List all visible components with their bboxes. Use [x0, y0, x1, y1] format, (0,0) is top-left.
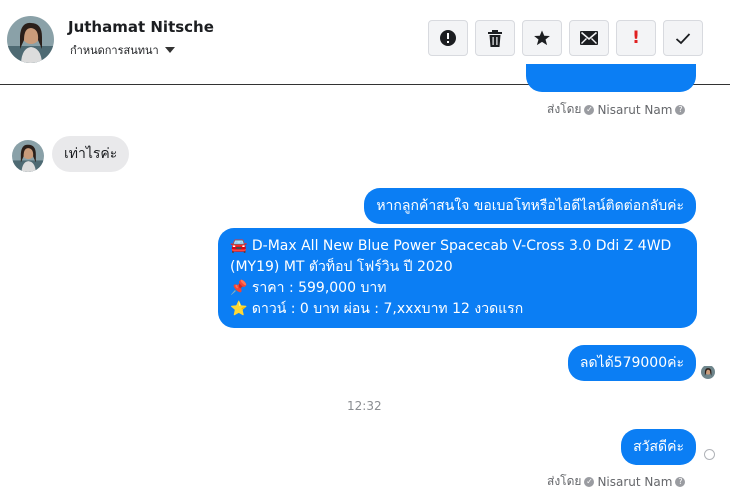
report-button[interactable] — [428, 20, 468, 56]
sender-name[interactable]: Nisarut Nam — [597, 103, 672, 117]
mail-icon — [580, 31, 598, 45]
trash-icon — [488, 29, 502, 47]
mark-done-button[interactable] — [663, 20, 703, 56]
customer-message-bubble[interactable]: เท่าไรค่ะ — [52, 136, 130, 172]
check-icon — [675, 32, 691, 44]
verified-check-icon: ✓ — [584, 476, 595, 487]
message-text: เท่าไรค่ะ — [64, 146, 118, 162]
offer-line-model: (MY19) MT ตัวท็อป โฟร์วิน ปี 2020 — [230, 259, 453, 275]
message-text: สวัสดีค่ะ — [633, 439, 684, 455]
reply-message-bubble[interactable]: หากลูกค้าสนใจ ขอเบอโทหรือไอดีไลน์ติดต่อก… — [364, 188, 696, 224]
caret-down-icon — [164, 47, 175, 53]
assign-label: กำหนดการสนทนา — [70, 44, 159, 57]
message-timestamp: 12:32 — [347, 399, 382, 413]
sent-by-info: ส่งโดย ✓ Nisarut Nam ? — [547, 100, 686, 119]
greeting-message-bubble[interactable]: สวัสดีค่ะ — [621, 429, 696, 465]
mark-unread-button[interactable] — [569, 20, 609, 56]
delivered-check-icon — [704, 449, 715, 460]
discount-message-bubble[interactable]: ลดได้579000ค่ะ — [567, 345, 696, 381]
sent-by-info: ส่งโดย ✓ Nisarut Nam ? — [547, 472, 686, 491]
delete-button[interactable] — [475, 20, 515, 56]
message-text: หากลูกค้าสนใจ ขอเบอโทหรือไอดีไลน์ติดต่อก… — [376, 198, 684, 214]
contact-name: Juthamat Nitsche — [68, 18, 214, 36]
message-text: ลดได้579000ค่ะ — [579, 355, 684, 371]
offer-line-title: 🚘 D-Max All New Blue Power Spacecab V-Cr… — [230, 238, 672, 254]
offer-line-price: 📌 ราคา : 599,000 บาท — [230, 280, 387, 296]
help-icon[interactable]: ? — [675, 476, 686, 487]
contact-avatar[interactable] — [7, 16, 54, 63]
important-icon: ! — [632, 28, 640, 48]
offer-line-down: ⭐ ดาวน์ : 0 บาท ผ่อน : 7,xxxบาท 12 งวดแร… — [230, 301, 524, 317]
report-icon — [440, 30, 456, 46]
sender-name[interactable]: Nisarut Nam — [597, 475, 672, 489]
important-button[interactable]: ! — [616, 20, 656, 56]
assign-conversation-dropdown[interactable]: กำหนดการสนทนา — [70, 41, 175, 59]
conversation-toolbar: ! — [428, 20, 703, 56]
star-icon — [534, 30, 550, 46]
customer-avatar[interactable] — [12, 140, 44, 172]
help-icon[interactable]: ? — [675, 104, 686, 115]
seen-avatar — [701, 365, 715, 379]
offer-message-bubble[interactable]: 🚘 D-Max All New Blue Power Spacecab V-Cr… — [218, 228, 697, 328]
previous-message-bubble — [526, 64, 696, 92]
star-button[interactable] — [522, 20, 562, 56]
verified-check-icon: ✓ — [584, 104, 595, 115]
